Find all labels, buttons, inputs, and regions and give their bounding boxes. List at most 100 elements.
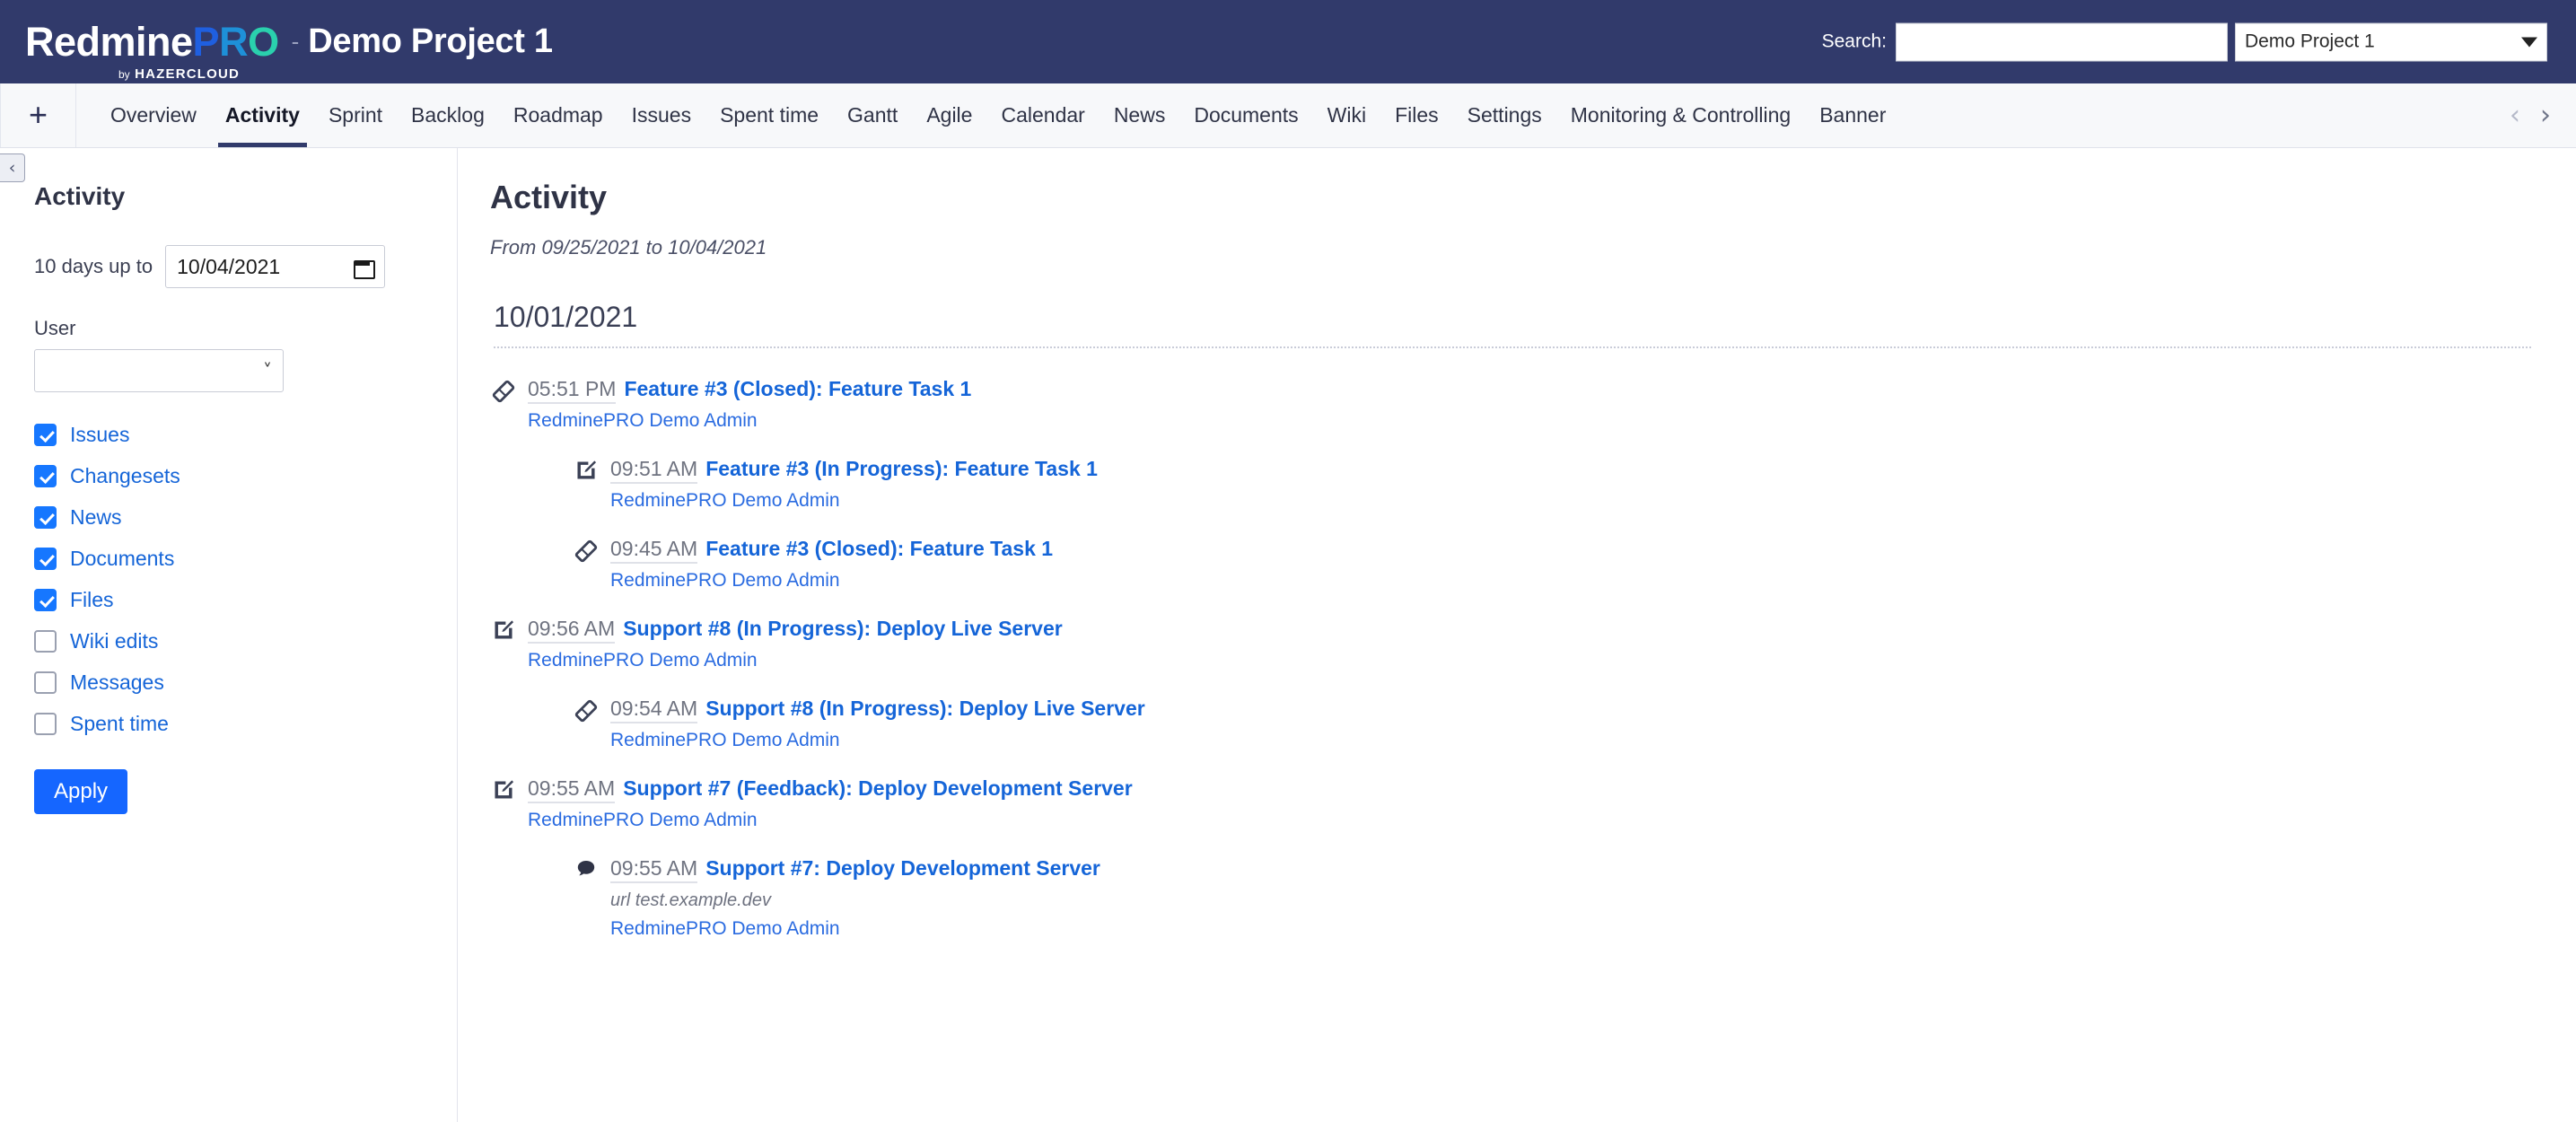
filter-documents[interactable]: Documents [34,547,457,571]
activity-event: 09:51 AM Feature #3 (In Progress): Featur… [573,455,2576,512]
event-time: 09:56 AM [528,617,616,644]
checkbox-icon[interactable] [34,506,57,529]
days-up-to-label: 10 days up to [34,255,153,277]
search-input[interactable] [1896,22,2228,61]
tab-issues[interactable]: Issues [618,83,705,147]
tab-files[interactable]: Files [1380,83,1453,147]
tab-label: Documents [1194,103,1299,127]
event-author[interactable]: RedminePRO Demo Admin [610,570,2576,592]
activity-event-line: 09:51 AM Feature #3 (In Progress): Featur… [610,455,2576,485]
project-select-value: Demo Project 1 [2245,31,2375,52]
filter-label: Documents [70,547,175,570]
logo-redmine-text: Redmine [25,19,193,65]
tab-backlog[interactable]: Backlog [397,83,499,147]
tab-news[interactable]: News [1100,83,1180,147]
sidebar-collapse-button[interactable]: ‹ [0,153,25,182]
user-select[interactable]: ˅ [34,349,284,392]
chevron-left-icon: ‹ [8,158,16,178]
activity-event-line: 05:51 PM Feature #3 (Closed): Feature Tas… [528,375,2576,404]
filter-wiki-edits[interactable]: Wiki edits [34,629,457,653]
tab-roadmap[interactable]: Roadmap [499,83,618,147]
filter-label: Spent time [70,712,169,735]
activity-date-range: From 09/25/2021 to 10/04/2021 [490,236,767,259]
checkbox-icon[interactable] [34,630,57,653]
app-header: RedminePRO by HAZERCLOUD - Demo Project … [0,0,2576,83]
filter-issues[interactable]: Issues [34,423,457,447]
logo-text: RedminePRO [25,22,279,62]
tab-monitoring-controlling[interactable]: Monitoring & Controlling [1556,83,1805,147]
tab-label: Spent time [720,103,819,127]
tab-label: Files [1395,103,1439,127]
activity-day-heading: 10/01/2021 [494,301,2531,348]
user-filter-label: User [34,317,76,339]
event-link[interactable]: Support #7: Deploy Development Server [705,856,1100,880]
event-link[interactable]: Feature #3 (Closed): Feature Task 1 [705,537,1053,560]
tab-agile[interactable]: Agile [912,83,986,147]
event-link[interactable]: Feature #3 (Closed): Feature Task 1 [624,377,971,400]
project-select[interactable]: Demo Project 1 [2235,22,2547,61]
activity-event-body: 09:45 AM Feature #3 (Closed): Feature Tas… [610,535,2576,592]
filter-label: News [70,505,122,529]
event-author[interactable]: RedminePRO Demo Admin [610,918,2576,940]
event-link[interactable]: Feature #3 (In Progress): Feature Task 1 [705,457,1098,480]
date-input[interactable]: 10/04/2021 [165,245,386,288]
event-time: 09:54 AM [610,697,698,724]
tab-documents[interactable]: Documents [1179,83,1312,147]
tab-label: Activity [224,103,300,127]
filter-spent-time[interactable]: Spent time [34,712,457,736]
event-author[interactable]: RedminePRO Demo Admin [528,410,2576,432]
edit-icon [573,459,600,482]
event-link[interactable]: Support #8 (In Progress): Deploy Live Se… [623,617,1063,640]
activity-event: 09:45 AM Feature #3 (Closed): Feature Tas… [573,535,2576,592]
checkbox-icon[interactable] [34,713,57,735]
event-link[interactable]: Support #7 (Feedback): Deploy Developmen… [623,776,1133,800]
filter-files[interactable]: Files [34,588,457,612]
checkbox-icon[interactable] [34,465,57,487]
event-time: 09:45 AM [610,537,698,565]
event-link[interactable]: Support #8 (In Progress): Deploy Live Se… [705,697,1145,720]
chevron-down-icon [2521,37,2537,47]
event-author[interactable]: RedminePRO Demo Admin [610,730,2576,751]
tab-overview[interactable]: Overview [96,83,211,147]
app-logo[interactable]: RedminePRO by HAZERCLOUD [25,22,279,82]
logo-company-text: HAZERCLOUD [135,66,241,82]
checkbox-icon[interactable] [34,548,57,570]
tab-spent-time[interactable]: Spent time [705,83,833,147]
tab-label: Agile [926,103,973,127]
filter-label: Messages [70,671,164,694]
edit-icon [490,778,517,802]
checkbox-icon[interactable] [34,589,57,611]
tab-scroll-controls: ‹ › [2501,83,2576,147]
tab-gantt[interactable]: Gantt [833,83,912,147]
date-filter-row: 10 days up to 10/04/2021 [34,245,457,288]
filter-messages[interactable]: Messages [34,671,457,695]
add-tab-button[interactable]: + [0,83,76,147]
chevron-right-icon[interactable]: › [2540,101,2551,129]
tab-sprint[interactable]: Sprint [314,83,397,147]
date-input-value: 10/04/2021 [177,254,281,278]
filter-news[interactable]: News [34,505,457,530]
tab-settings[interactable]: Settings [1453,83,1556,147]
ticket-icon [573,698,600,723]
chevron-left-icon[interactable]: ‹ [2510,101,2520,129]
activity-event: 09:54 AM Support #8 (In Progress): Deploy… [573,695,2576,751]
tab-calendar[interactable]: Calendar [986,83,1099,147]
checkbox-icon[interactable] [34,671,57,694]
event-author[interactable]: RedminePRO Demo Admin [528,810,2576,831]
tab-wiki[interactable]: Wiki [1313,83,1380,147]
activity-event: 09:56 AM Support #8 (In Progress): Deploy… [490,615,2576,671]
tab-activity[interactable]: Activity [211,83,314,147]
tab-label: Overview [110,103,197,127]
event-time: 09:55 AM [528,776,616,804]
event-author[interactable]: RedminePRO Demo Admin [610,490,2576,512]
tab-label: Sprint [328,103,383,127]
activity-event-line: 09:45 AM Feature #3 (Closed): Feature Tas… [610,535,2576,565]
checkbox-icon[interactable] [34,424,57,446]
filter-label: Wiki edits [70,629,159,653]
filter-changesets[interactable]: Changesets [34,464,457,488]
tab-banner[interactable]: Banner [1805,83,1900,147]
event-author[interactable]: RedminePRO Demo Admin [528,650,2576,671]
event-time: 09:51 AM [610,457,698,485]
logo-subtitle: by HAZERCLOUD [118,66,240,82]
apply-button[interactable]: Apply [34,769,128,814]
